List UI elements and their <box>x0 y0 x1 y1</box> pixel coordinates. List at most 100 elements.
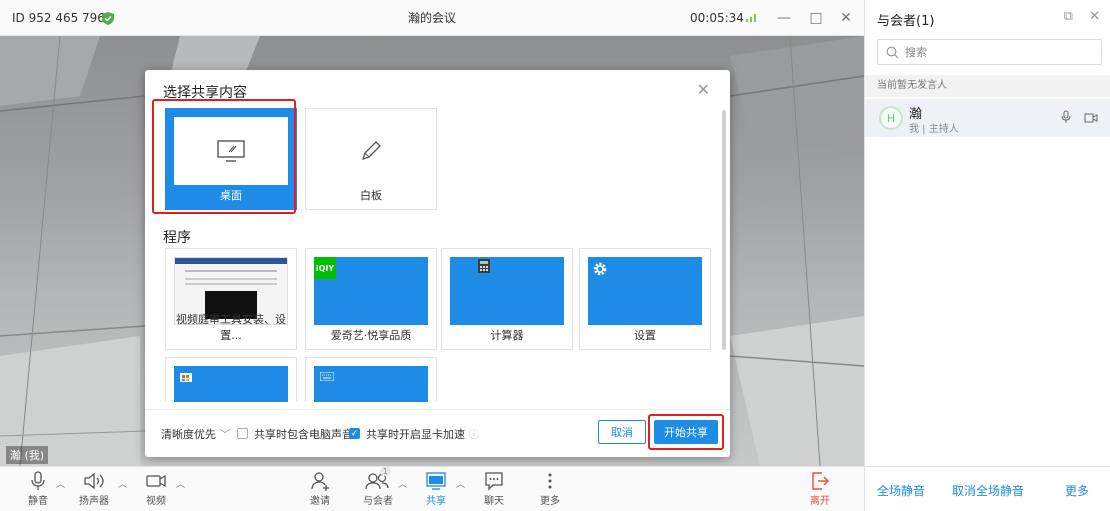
participant-role: 我 | 主持人 <box>909 124 959 135</box>
keyboard-thumbnail <box>314 366 428 402</box>
video-label: 视频 <box>146 496 166 507</box>
self-video-label: 瀚 (我) <box>6 446 49 464</box>
participants-panel-title: 与会者(1) <box>877 14 935 29</box>
program-tile-iqiyi[interactable]: iQIY 爱奇艺·悦享品质 <box>305 248 437 350</box>
share-dialog-footer: 清晰度优先 ﹀ 共享时包含电脑声音 ✓ 共享时开启显卡加速 ⓘ 取消 开始共享 <box>145 409 730 457</box>
close-window-button[interactable]: ✕ <box>836 8 856 28</box>
leave-button[interactable]: 离开 <box>792 471 848 507</box>
iqiyi-thumbnail: iQIY <box>314 257 428 325</box>
participant-controls <box>1060 110 1098 127</box>
store-thumbnail <box>174 366 288 402</box>
participants-panel: 与会者(1) ⧉ ✕ 搜索 当前暂无发言人 H 瀚 我 | 主持人 全场静音 取… <box>864 0 1110 511</box>
mute-label: 静音 <box>28 496 48 507</box>
whiteboard-thumbnail <box>314 117 428 185</box>
search-placeholder: 搜索 <box>905 46 927 59</box>
avatar: H <box>879 106 903 130</box>
speaker-icon <box>84 472 104 490</box>
program-tile-settings[interactable]: 设置 <box>579 248 711 350</box>
program-label: 计算器 <box>490 329 524 342</box>
program-tile-keyboard[interactable] <box>305 357 437 402</box>
desktop-thumbnail <box>174 117 288 185</box>
speaker-button[interactable]: 扬声器 <box>66 471 122 507</box>
calculator-thumbnail <box>450 257 564 325</box>
include-audio-checkbox[interactable]: 共享时包含电脑声音 <box>237 426 353 442</box>
cancel-button[interactable]: 取消 <box>598 420 646 444</box>
meeting-id: ID 952 465 796 <box>12 10 105 25</box>
keyboard-icon <box>320 372 334 381</box>
meeting-timer: 00:05:34 <box>690 10 744 25</box>
program-label: 设置 <box>634 329 656 342</box>
title-bar: ID 952 465 796 瀚的会议 00:05:34 — □ ✕ <box>0 0 864 36</box>
program-tile-store[interactable] <box>165 357 297 402</box>
shield-icon <box>102 12 114 25</box>
leave-icon <box>812 472 829 490</box>
close-icon[interactable]: ✕ <box>697 80 710 99</box>
chevron-up-icon[interactable]: ︿ <box>118 477 127 490</box>
microphone-icon <box>31 471 45 490</box>
chevron-up-icon[interactable]: ︿ <box>56 477 65 490</box>
camera-icon[interactable] <box>1084 112 1098 124</box>
share-label: 共享 <box>426 496 446 507</box>
settings-thumbnail <box>588 257 702 325</box>
chevron-up-icon[interactable]: ︿ <box>456 477 465 490</box>
gpu-accel-label: 共享时开启显卡加速 <box>366 427 465 441</box>
program-label: 视频庭审工具安装、设置... <box>176 313 286 342</box>
chat-icon <box>485 472 503 491</box>
camera-icon <box>146 474 166 488</box>
gear-icon <box>593 262 607 276</box>
chevron-up-icon[interactable]: ︿ <box>176 477 185 490</box>
leave-label: 离开 <box>810 496 830 507</box>
checkbox-unchecked-icon <box>237 428 248 439</box>
program-tile-calculator[interactable]: 计算器 <box>441 248 573 350</box>
minimize-button[interactable]: — <box>774 8 794 28</box>
pencil-icon <box>361 141 381 161</box>
share-option-label: 桌面 <box>220 189 242 202</box>
program-tile-document[interactable]: 视频庭审工具安装、设置... <box>165 248 297 350</box>
signal-strength-icon <box>746 14 756 22</box>
chevron-up-icon[interactable]: ︿ <box>398 477 407 490</box>
more-icon <box>548 473 552 489</box>
checkbox-checked-icon: ✓ <box>349 428 360 439</box>
dialog-scrollbar[interactable] <box>722 110 726 350</box>
mute-all-button[interactable]: 全场静音 <box>877 482 925 499</box>
invite-label: 邀请 <box>310 496 330 507</box>
start-share-button[interactable]: 开始共享 <box>654 420 718 444</box>
gpu-accel-checkbox[interactable]: ✓ 共享时开启显卡加速 ⓘ <box>349 426 479 442</box>
unmute-all-button[interactable]: 取消全场静音 <box>952 482 1024 499</box>
iqiyi-icon: iQIY <box>314 257 336 279</box>
microphone-icon[interactable] <box>1060 110 1072 124</box>
share-icon <box>426 472 446 490</box>
invite-button[interactable]: 邀请 <box>292 471 348 507</box>
info-icon[interactable]: ⓘ <box>469 426 479 441</box>
chat-label: 聊天 <box>484 496 504 507</box>
share-dialog: 选择共享内容 ✕ 桌面 白板 程序 视频庭审工具安装、设置... iQIY 爱奇… <box>145 70 730 457</box>
chevron-down-icon: ﹀ <box>219 427 231 441</box>
more-button[interactable]: 更多 <box>522 471 578 507</box>
participants-count-badge: 1 <box>379 467 391 476</box>
chat-button[interactable]: 聊天 <box>466 471 522 507</box>
share-dialog-title: 选择共享内容 <box>163 85 247 101</box>
share-option-whiteboard[interactable]: 白板 <box>305 108 437 210</box>
close-icon[interactable]: ✕ <box>1089 9 1100 24</box>
meeting-toolbar: 静音 ︿ 扬声器 ︿ 视频 ︿ 邀请 1 与会者 ︿ 共享 ︿ 聊天 更多 离开 <box>0 466 864 511</box>
programs-section-title: 程序 <box>163 230 191 246</box>
program-label: 爱奇艺·悦享品质 <box>330 329 412 342</box>
no-speaker-notice: 当前暂无发言人 <box>865 75 1110 97</box>
popout-icon[interactable]: ⧉ <box>1064 9 1073 24</box>
participant-row[interactable]: H 瀚 我 | 主持人 <box>865 99 1110 137</box>
share-option-desktop[interactable]: 桌面 <box>165 108 297 210</box>
speaker-label: 扬声器 <box>79 496 109 507</box>
maximize-button[interactable]: □ <box>806 8 826 28</box>
panel-controls: ⧉ ✕ <box>1064 9 1100 24</box>
quality-dropdown[interactable]: 清晰度优先 ﹀ <box>161 426 231 442</box>
add-user-icon <box>311 472 329 491</box>
calculator-icon <box>478 259 490 273</box>
share-option-label: 白板 <box>360 189 382 202</box>
participant-search[interactable]: 搜索 <box>877 39 1102 65</box>
search-icon <box>886 46 899 58</box>
store-icon <box>180 373 192 382</box>
more-options-button[interactable]: 更多 <box>1065 482 1089 499</box>
monitor-icon <box>217 140 245 162</box>
participants-label: 与会者 <box>363 496 393 507</box>
participants-panel-footer: 全场静音 取消全场静音 更多 <box>865 466 1110 511</box>
